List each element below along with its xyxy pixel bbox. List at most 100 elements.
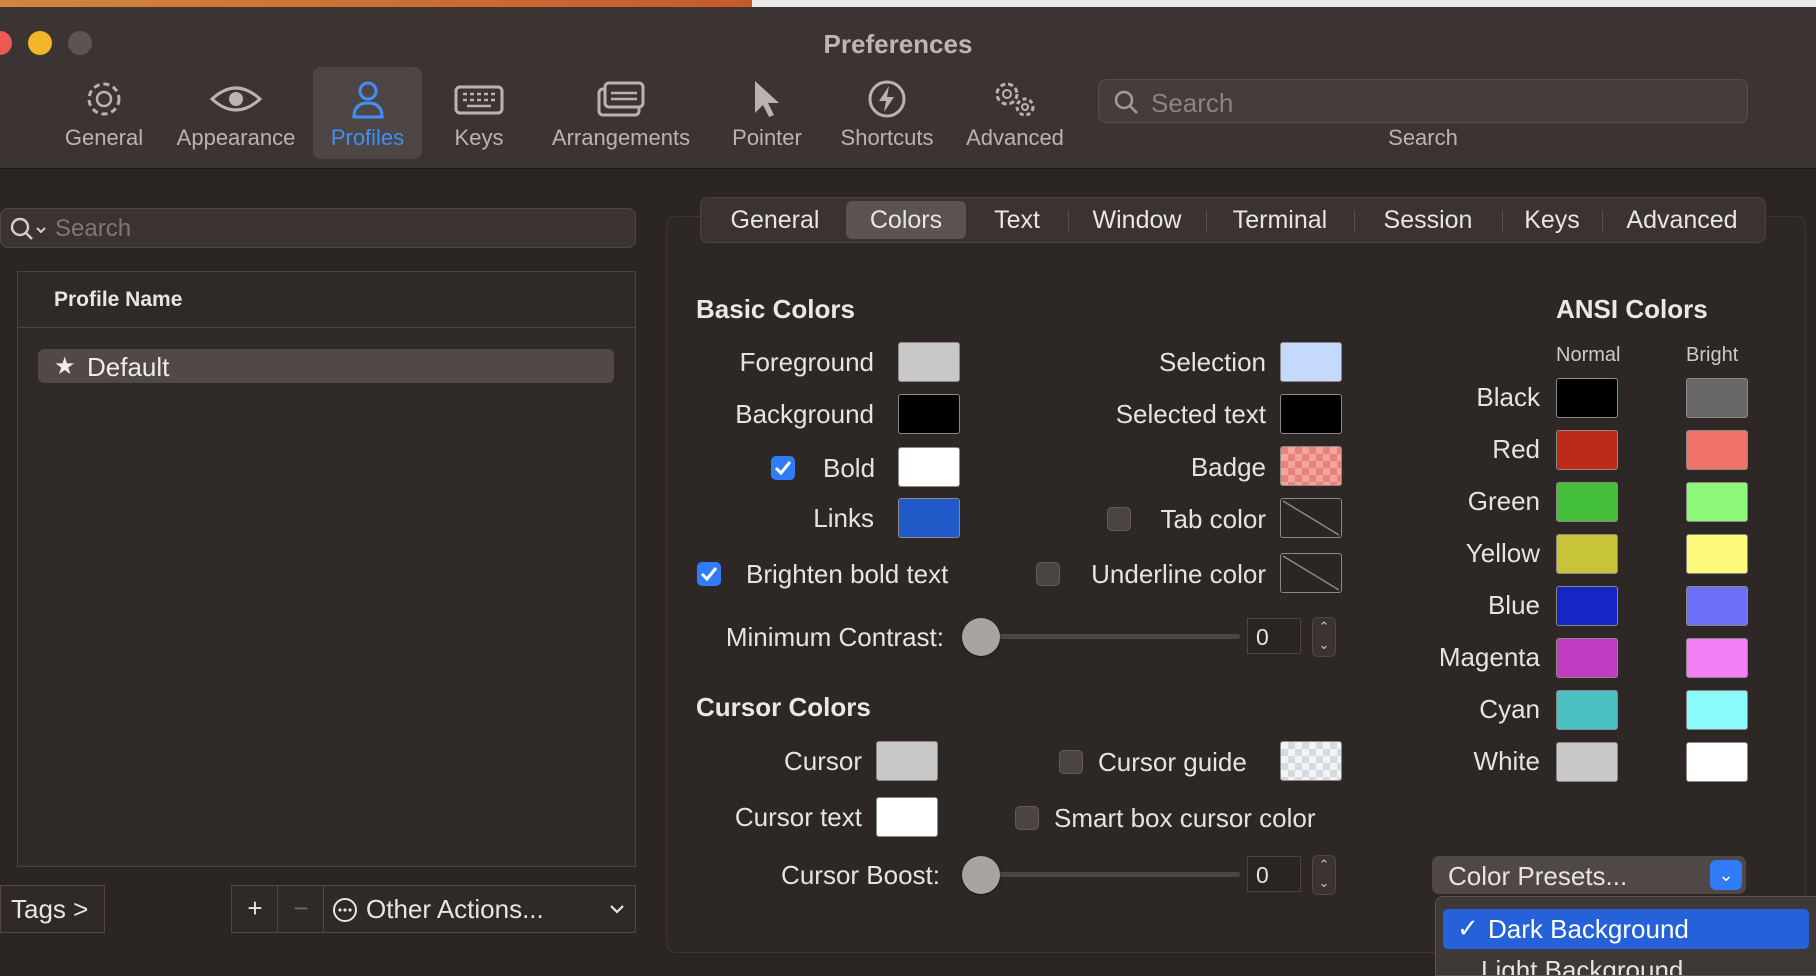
brighten-bold-label: Brighten bold text [746, 559, 949, 589]
tab-window[interactable]: Window [1075, 201, 1199, 239]
brighten-bold-checkbox[interactable] [697, 562, 721, 586]
profile-search-input[interactable]: Search [0, 208, 636, 248]
ansi-green-normal-well[interactable] [1556, 482, 1618, 522]
profile-name-column-header[interactable]: Profile Name [18, 272, 635, 328]
menu-item-light-background[interactable]: Light Background [1481, 955, 1683, 975]
ansi-green-bright-well[interactable] [1686, 482, 1748, 522]
selected-text-color-well[interactable] [1280, 394, 1342, 434]
toolbar-arrangements[interactable]: Arrangements [546, 67, 696, 159]
cursor-guide-checkbox[interactable] [1059, 750, 1083, 774]
window-title: Preferences [823, 29, 973, 59]
ansi-red-bright-well[interactable] [1686, 430, 1748, 470]
ansi-magenta-bright-well[interactable] [1686, 638, 1748, 678]
ansi-magenta-normal-well[interactable] [1556, 638, 1618, 678]
tab-advanced[interactable]: Advanced [1609, 201, 1755, 239]
ansi-white-label: White [1473, 746, 1540, 776]
ansi-white-normal-well[interactable] [1556, 742, 1618, 782]
ansi-red-label: Red [1492, 434, 1540, 464]
tab-separator [1602, 210, 1603, 232]
toolbar-keys[interactable]: Keys [440, 67, 518, 159]
ansi-yellow-bright-well[interactable] [1686, 534, 1748, 574]
tags-button[interactable]: Tags > [0, 885, 105, 933]
cursor-text-color-well[interactable] [876, 797, 938, 837]
smart-box-cursor-checkbox[interactable] [1015, 806, 1039, 830]
bold-checkbox[interactable] [771, 456, 795, 480]
underline-color-label: Underline color [1091, 559, 1266, 589]
ansi-cyan-normal-well[interactable] [1556, 690, 1618, 730]
ansi-black-normal-well[interactable] [1556, 378, 1618, 418]
tab-color-well[interactable] [1280, 498, 1342, 538]
tab-color-label: Tab color [1160, 504, 1267, 534]
links-color-well[interactable] [898, 498, 960, 538]
window-toolbar: Preferences General Appearance Profiles … [0, 7, 1816, 169]
checkmark-icon: ✓ [1457, 913, 1479, 943]
tab-colors[interactable]: Colors [846, 201, 966, 239]
toolbar-search-field[interactable]: Search [1098, 79, 1748, 123]
tab-general[interactable]: General [711, 201, 839, 239]
toolbar-pointer[interactable]: Pointer [720, 67, 814, 159]
minimum-contrast-track[interactable] [964, 634, 1240, 639]
underline-color-checkbox[interactable] [1036, 562, 1060, 586]
toolbar-advanced[interactable]: Advanced [962, 67, 1068, 159]
toolbar-advanced-label: Advanced [966, 125, 1064, 150]
toolbar-profiles[interactable]: Profiles [313, 67, 422, 159]
checkmark-icon [774, 461, 792, 476]
ansi-black-bright-well[interactable] [1686, 378, 1748, 418]
minimum-contrast-slider[interactable] [962, 618, 1000, 656]
ansi-green-label: Green [1467, 486, 1540, 516]
profile-tabs: General Colors Text Window Terminal Sess… [700, 197, 1766, 243]
tab-color-checkbox[interactable] [1107, 507, 1131, 531]
cursor-boost-value[interactable]: 0 [1247, 856, 1301, 892]
ansi-cyan-bright-well[interactable] [1686, 690, 1748, 730]
bold-color-well[interactable] [898, 447, 960, 487]
pointer-icon [755, 81, 779, 117]
toolbar-keys-label: Keys [454, 125, 504, 150]
ansi-blue-normal-well[interactable] [1556, 586, 1618, 626]
cursor-guide-color-well[interactable] [1280, 741, 1342, 781]
cursor-boost-track[interactable] [964, 872, 1240, 877]
ansi-colors-title: ANSI Colors [1556, 294, 1708, 324]
windows-icon [597, 81, 645, 117]
tab-session[interactable]: Session [1361, 201, 1495, 239]
tab-separator [1354, 210, 1355, 232]
cursor-label: Cursor [783, 746, 862, 776]
minimum-contrast-value[interactable]: 0 [1247, 618, 1301, 654]
toolbar-appearance[interactable]: Appearance [168, 67, 304, 159]
cursor-boost-label: Cursor Boost: [781, 860, 940, 890]
remove-profile-button[interactable]: − [277, 885, 325, 933]
cursor-boost-slider[interactable] [962, 856, 1000, 894]
toolbar-general-label: General [64, 125, 144, 150]
tab-text[interactable]: Text [973, 201, 1061, 239]
ansi-blue-bright-well[interactable] [1686, 586, 1748, 626]
tab-terminal[interactable]: Terminal [1213, 201, 1347, 239]
ansi-white-bright-well[interactable] [1686, 742, 1748, 782]
underline-color-well[interactable] [1280, 553, 1342, 593]
tab-separator [1068, 210, 1069, 232]
badge-color-well[interactable] [1280, 446, 1342, 486]
ansi-red-normal-well[interactable] [1556, 430, 1618, 470]
menu-item-dark-background[interactable]: ✓ Dark Background [1443, 909, 1809, 949]
toolbar-search-placeholder: Search [1151, 88, 1234, 118]
menu-item-label: Dark Background [1488, 914, 1689, 944]
lightning-icon [868, 80, 906, 118]
ansi-yellow-normal-well[interactable] [1556, 534, 1618, 574]
toolbar-general[interactable]: General [58, 67, 150, 159]
toolbar-arrangements-label: Arrangements [551, 125, 691, 150]
toolbar-shortcuts[interactable]: Shortcuts [834, 67, 940, 159]
minimum-contrast-stepper[interactable]: ⌃ ⌄ [1312, 617, 1336, 657]
background-color-well[interactable] [898, 394, 960, 434]
foreground-label: Foreground [739, 347, 874, 377]
color-presets-label: Color Presets... [1448, 861, 1628, 891]
profile-row-default[interactable]: ★ Default [38, 349, 614, 383]
foreground-color-well[interactable] [898, 342, 960, 382]
selection-color-well[interactable] [1280, 342, 1342, 382]
minus-icon: − [293, 893, 309, 923]
other-actions-dropdown[interactable]: Other Actions... [323, 885, 636, 933]
gear-icon [87, 82, 121, 116]
chevron-down-icon: ⌄ [1710, 860, 1742, 890]
add-profile-button[interactable]: + [231, 885, 279, 933]
cursor-boost-stepper[interactable]: ⌃ ⌄ [1312, 855, 1336, 895]
cursor-color-well[interactable] [876, 741, 938, 781]
tab-keys[interactable]: Keys [1509, 201, 1595, 239]
color-presets-dropdown[interactable]: Color Presets... ⌄ [1432, 856, 1746, 894]
